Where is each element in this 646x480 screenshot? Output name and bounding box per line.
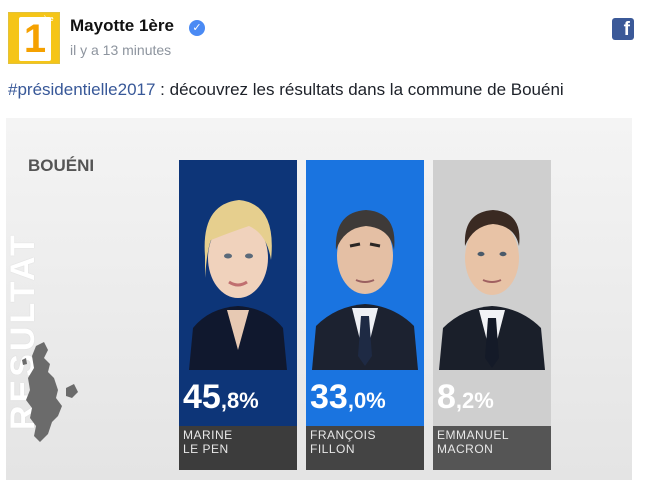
mayotte-map-icon	[22, 342, 78, 442]
name-line1: MARINE	[183, 428, 233, 442]
candidate-photo-macron	[433, 160, 551, 370]
percentage-lepen: 45,8%	[183, 378, 259, 417]
pct-decimal: ,0%	[347, 388, 386, 413]
result-band: 8,2% EMMANUEL MACRON	[433, 370, 551, 470]
post-text: #présidentielle2017 : découvrez les résu…	[8, 80, 638, 100]
candidate-photo-fillon	[306, 160, 424, 370]
post-header: 1 ère Mayotte 1ère ✓ il y a 13 minutes f	[8, 10, 638, 66]
percentage-macron: 8,2%	[437, 378, 494, 417]
candidate-photo-lepen	[179, 160, 297, 370]
name-line2: FILLON	[310, 442, 356, 456]
hashtag-link[interactable]: #présidentielle2017	[8, 80, 155, 99]
pct-decimal: ,8%	[220, 388, 259, 413]
result-band: 33,0% FRANÇOIS FILLON	[306, 370, 424, 470]
post-text-body: : découvrez les résultats dans la commun…	[155, 80, 564, 99]
percentage-fillon: 33,0%	[310, 378, 386, 417]
avatar-logo-tag: ère	[43, 16, 54, 23]
candidate-name-lepen: MARINE LE PEN	[183, 428, 233, 456]
page-name[interactable]: Mayotte 1ère	[70, 16, 174, 36]
name-line1: EMMANUEL	[437, 428, 510, 442]
verified-badge-icon: ✓	[189, 20, 205, 36]
commune-label: BOUÉNI	[28, 156, 95, 175]
result-band: 45,8% MARINE LE PEN	[179, 370, 297, 470]
name-line2: LE PEN	[183, 442, 229, 456]
pct-integer: 45	[183, 378, 221, 416]
post-timestamp[interactable]: il y a 13 minutes	[70, 42, 171, 58]
name-line1: FRANÇOIS	[310, 428, 377, 442]
results-graphic[interactable]: RESULTAT BOUÉNI 45,8% MARINE LE PEN 33,0…	[6, 118, 632, 480]
pct-integer: 8	[437, 378, 456, 416]
avatar[interactable]: 1 ère	[8, 12, 60, 64]
candidate-card-fillon: 33,0% FRANÇOIS FILLON	[306, 160, 424, 470]
pct-integer: 33	[310, 378, 348, 416]
candidate-name-macron: EMMANUEL MACRON	[437, 428, 509, 456]
avatar-logo: 1	[19, 17, 51, 61]
name-line2: MACRON	[437, 442, 494, 456]
candidate-name-fillon: FRANÇOIS FILLON	[310, 428, 376, 456]
candidate-card-macron: 8,2% EMMANUEL MACRON	[433, 160, 551, 470]
facebook-icon[interactable]: f	[612, 18, 634, 40]
candidate-card-lepen: 45,8% MARINE LE PEN	[179, 160, 297, 470]
pct-decimal: ,2%	[455, 388, 494, 413]
